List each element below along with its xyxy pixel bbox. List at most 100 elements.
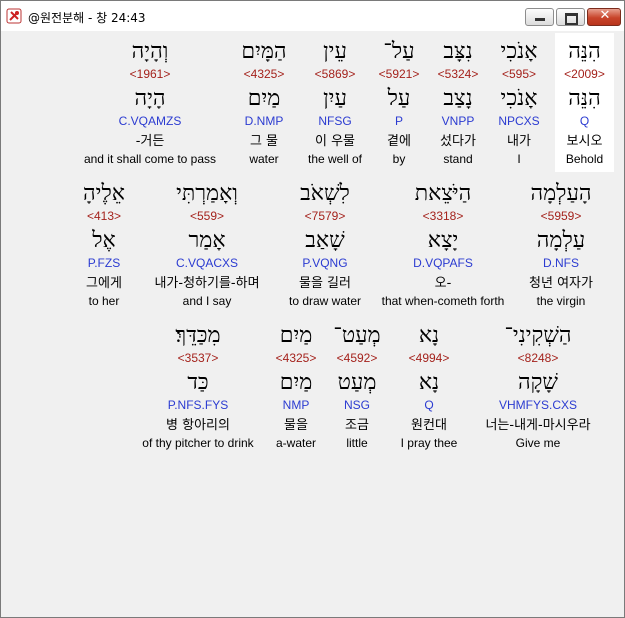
lemma: הִנֵּה xyxy=(568,86,601,111)
word-cell-selected[interactable]: הִנֵּה <2009> הִנֵּה Q 보시오 Behold xyxy=(555,35,614,171)
app-icon xyxy=(6,8,22,24)
lemma: יָצָא xyxy=(427,228,459,253)
morphology: D.VQPAFS xyxy=(413,256,473,270)
lemma: עַל xyxy=(387,86,411,111)
english-gloss: Behold xyxy=(565,152,604,166)
lemma: מַיִם xyxy=(247,86,281,111)
english-gloss: a-water xyxy=(275,436,316,450)
hebrew-word: הַיֹּצֵאת xyxy=(414,181,472,206)
word-cell[interactable]: עַל־ <5921> עַל P 곁에 by xyxy=(373,35,425,171)
word-cell[interactable]: נָא <4994> נָא Q 원컨대 I pray thee xyxy=(391,319,467,455)
korean-gloss: 내가 xyxy=(507,134,531,149)
morphology: NPCXS xyxy=(498,114,540,128)
strong-number: <5324> xyxy=(437,67,479,81)
morphology: P.VQNG xyxy=(302,256,348,270)
korean-gloss: 물을 길러 xyxy=(299,276,351,291)
hebrew-word: לִשְׁאֹב xyxy=(300,181,350,206)
word-cell[interactable]: מִכַּדֵּךְ׃ <3537> כַּד P.NFS.FYS 병 항아리의… xyxy=(133,319,263,455)
close-button[interactable]: ✕ xyxy=(587,8,621,26)
english-gloss: that when-cometh forth xyxy=(381,294,505,308)
word-cell[interactable]: וְאָמַרְתִּי <559> אָמַר C.VQACXS 내가-청하기… xyxy=(143,177,271,313)
english-gloss: by xyxy=(392,152,406,166)
title-bar[interactable]: @원전분해 - 창 24:43 ✕ xyxy=(1,1,624,31)
strong-number: <1961> xyxy=(129,67,171,81)
korean-gloss: -거든 xyxy=(135,134,165,149)
morphology: Q xyxy=(424,398,434,412)
morphology: C.VQACXS xyxy=(175,256,238,270)
strong-number: <595> xyxy=(501,67,537,81)
lemma: כַּד xyxy=(187,370,209,395)
hebrew-word: הִנֵּה xyxy=(568,39,601,64)
hebrew-word: הָעַלְמָה xyxy=(530,181,592,206)
english-gloss: to draw water xyxy=(288,294,362,308)
english-gloss: and I say xyxy=(182,294,232,308)
maximize-icon xyxy=(565,13,578,25)
english-gloss: water xyxy=(249,152,279,166)
word-cell[interactable]: הַמָּיִם <4325> מַיִם D.NMP 그 물 water xyxy=(231,35,297,171)
strong-number: <5959> xyxy=(540,209,582,223)
hebrew-word: הַשְׁקִינִי־ xyxy=(504,323,572,348)
korean-gloss: 너는-내게-마시우라 xyxy=(485,418,591,433)
word-cell[interactable]: נִצָּב <5324> נָצַב VNPP 섰다가 stand xyxy=(431,35,485,171)
minimize-button[interactable] xyxy=(525,8,554,26)
hebrew-word: מִכַּדֵּךְ׃ xyxy=(175,323,221,348)
korean-gloss: 섰다가 xyxy=(440,134,476,149)
word-cell[interactable]: אֵלֶיהָ <413> אֶל P.FZS 그에게 to her xyxy=(69,177,139,313)
close-icon: ✕ xyxy=(599,8,611,23)
strong-number: <2009> xyxy=(564,67,605,81)
word-cell[interactable]: הַשְׁקִינִי־ <8248> שָׁקָה VHMFYS.CXS 너는… xyxy=(473,319,603,455)
strong-number: <7579> xyxy=(304,209,346,223)
korean-gloss: 원컨대 xyxy=(411,418,447,433)
lemma: נָצַב xyxy=(443,86,473,111)
hebrew-word: וְאָמַרְתִּי xyxy=(176,181,238,206)
window-title: @원전분해 - 창 24:43 xyxy=(28,11,146,25)
lemma: שָׁאַב xyxy=(305,228,345,253)
hebrew-word: נִצָּב xyxy=(443,39,473,64)
morphology: C.VQAMZS xyxy=(118,114,182,128)
lemma: מַיִם xyxy=(279,370,313,395)
morphology: NSG xyxy=(343,398,370,412)
maximize-button[interactable] xyxy=(556,8,585,26)
hebrew-word: וְהָיָה xyxy=(131,39,169,64)
word-cell[interactable]: עֵין <5869> עַיִן NFSG 이 우물 the well of xyxy=(303,35,367,171)
english-gloss: stand xyxy=(443,152,473,166)
morphology: D.NMP xyxy=(244,114,284,128)
korean-gloss: 곁에 xyxy=(387,134,411,149)
morphology: P.NFS.FYS xyxy=(167,398,229,412)
word-cell[interactable]: וְהָיָה <1961> הָיָה C.VQAMZS -거든 and it… xyxy=(75,35,225,171)
hebrew-word: נָא xyxy=(418,323,440,348)
word-cell[interactable]: הָעַלְמָה <5959> עַלְמָה D.NFS 청년 여자가 th… xyxy=(515,177,607,313)
morphology: D.NFS xyxy=(543,256,579,270)
word-cell[interactable]: מַיִם <4325> מַיִם NMP 물을 a-water xyxy=(267,319,325,455)
word-cell[interactable]: לִשְׁאֹב <7579> שָׁאַב P.VQNG 물을 길러 to d… xyxy=(277,177,373,313)
hebrew-word: עֵין xyxy=(323,39,347,64)
english-gloss: I pray thee xyxy=(400,436,458,450)
korean-gloss: 병 항아리의 xyxy=(166,418,230,433)
english-gloss: I xyxy=(517,152,521,166)
word-cell[interactable]: הַיֹּצֵאת <3318> יָצָא D.VQPAFS 오- that … xyxy=(375,177,511,313)
morphology: VHMFYS.CXS xyxy=(498,398,577,412)
morphology: P xyxy=(394,114,403,128)
hebrew-word: עַל־ xyxy=(383,39,415,64)
english-gloss: and it shall come to pass xyxy=(83,152,217,166)
hebrew-word: אָנֹכִי xyxy=(500,39,538,64)
lemma: נָא xyxy=(418,370,440,395)
morphology: NMP xyxy=(282,398,310,412)
interlinear-panel: וְהָיָה <1961> הָיָה C.VQAMZS -거든 and it… xyxy=(5,31,620,614)
english-gloss: little xyxy=(346,436,368,450)
strong-number: <4325> xyxy=(275,351,317,365)
korean-gloss: 이 우물 xyxy=(314,134,355,149)
strong-number: <5921> xyxy=(378,67,420,81)
korean-gloss: 내가-청하기를-하며 xyxy=(154,276,260,291)
app-window: @원전분해 - 창 24:43 ✕ וְהָיָה <1961> הָיָה C… xyxy=(0,0,625,618)
lemma: עַלְמָה xyxy=(536,228,586,253)
hebrew-word: מַיִם xyxy=(279,323,313,348)
korean-gloss: 물을 xyxy=(284,418,308,433)
korean-gloss: 조금 xyxy=(345,418,369,433)
word-cell[interactable]: מְעַט־ <4592> מְעַט NSG 조금 little xyxy=(329,319,385,455)
english-gloss: Give me xyxy=(515,436,561,450)
minimize-icon xyxy=(535,18,545,21)
lemma: אָנֹכִי xyxy=(500,86,538,111)
word-cell[interactable]: אָנֹכִי <595> אָנֹכִי NPCXS 내가 I xyxy=(489,35,549,171)
hebrew-word: אֵלֶיהָ xyxy=(83,181,125,206)
